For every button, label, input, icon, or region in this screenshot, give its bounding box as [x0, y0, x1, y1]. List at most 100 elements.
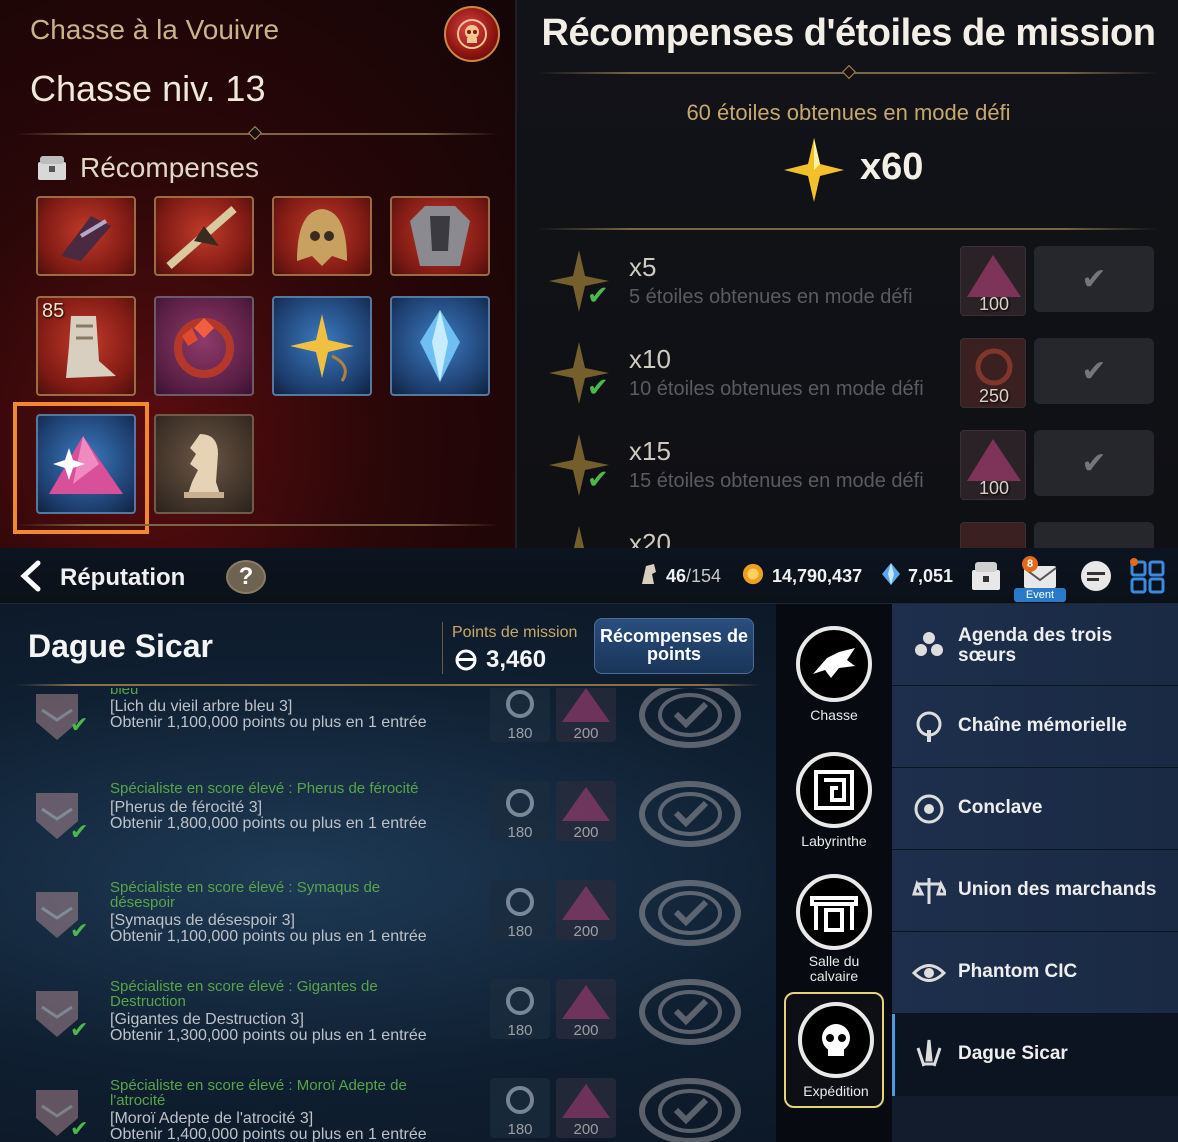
points-rewards-button[interactable]: Récompenses de points [594, 618, 754, 674]
reward-molagora[interactable]: 200 [556, 979, 616, 1039]
completed-seal-icon [639, 979, 741, 1045]
reward-item-knight-piece[interactable] [154, 414, 254, 514]
completed-seal-icon [639, 880, 741, 946]
reward-item-molagora[interactable]: 100 [960, 246, 1026, 316]
category-trial-hall[interactable]: Salle du calvaire [784, 866, 884, 984]
reward-mission-points[interactable]: 180 [490, 688, 550, 742]
help-button[interactable]: ? [226, 560, 266, 594]
inventory-icon[interactable] [966, 556, 1006, 596]
mission-list[interactable]: ✔ bleu [Lich du vieil arbre bleu 3] Obte… [0, 688, 776, 1142]
faction-item-conclave[interactable]: Conclave [892, 768, 1178, 850]
hunt-title: Chasse à la Vouivre [30, 14, 280, 45]
reward-item-sword[interactable] [154, 196, 254, 276]
divider-ornament-icon [841, 64, 857, 80]
item-level-badge: 85 [42, 300, 65, 322]
dagger-icon [916, 1039, 942, 1067]
stamina-max: /154 [686, 566, 722, 586]
reward-item-star-amulet[interactable] [272, 296, 372, 396]
claimed-check-icon: ✔ [587, 464, 609, 494]
reward-qty: 180 [507, 1022, 533, 1039]
reward-mission-points[interactable]: 180 [490, 781, 550, 841]
gate-icon [796, 874, 872, 950]
star-desc: 5 étoiles obtenues en mode défi [629, 286, 913, 308]
category-labyrinth[interactable]: Labyrinthe [784, 744, 884, 856]
reward-qty: 180 [507, 725, 533, 742]
reward-item[interactable] [960, 522, 1026, 548]
gold-value: 14,790,437 [772, 566, 863, 586]
chest-icon [38, 156, 66, 180]
reward-molagora[interactable]: 200 [556, 781, 616, 841]
mission-row: ✔ Spécialiste en score élevé : Pherus de… [0, 781, 776, 880]
completed-check-icon: ✔ [70, 819, 89, 844]
hunt-seal-icon[interactable] [444, 6, 500, 62]
chat-icon[interactable] [1076, 556, 1116, 596]
faction-item-merchants-union[interactable]: Union des marchands [892, 850, 1178, 932]
reward-item-weapon[interactable] [36, 196, 136, 276]
completed-check-icon: ✔ [70, 1017, 89, 1042]
faction-title: Dague Sicar [28, 628, 213, 664]
chevron-left-icon [20, 560, 41, 592]
claimed-button[interactable]: ✔ [1034, 338, 1154, 404]
skull-icon [798, 1002, 874, 1078]
hunt-panel: Chasse à la Vouivre Chasse niv. 13 Récom… [0, 0, 515, 548]
reward-item-boots[interactable]: 85 [36, 296, 136, 396]
divider-ornament-icon [247, 125, 263, 141]
reward-qty: 200 [573, 1022, 599, 1039]
completed-check-icon: ✔ [70, 1116, 89, 1141]
star-count: x15 [629, 436, 671, 466]
back-button[interactable] [16, 560, 48, 592]
faction-item-sicar-dagger[interactable]: Dague Sicar [892, 1014, 1178, 1096]
event-label[interactable]: Event [1014, 588, 1066, 602]
mission-category: Spécialiste en score élevé : Symaqus de … [110, 879, 381, 911]
mission-category: Spécialiste en score élevé : Moroï Adept… [110, 1077, 407, 1109]
reward-qty: 200 [573, 1121, 599, 1138]
faction-label: Phantom CIC [958, 961, 1078, 982]
divider [16, 524, 498, 526]
reward-mission-points[interactable]: 180 [490, 880, 550, 940]
divider [442, 622, 443, 674]
crystal-icon [882, 563, 900, 585]
claimed-button[interactable]: ✔ [1034, 430, 1154, 496]
faction-label: Conclave [958, 797, 1043, 818]
reward-qty: 200 [573, 824, 599, 841]
claimed-button[interactable]: ✔ [1034, 246, 1154, 312]
reward-molagora[interactable]: 200 [556, 880, 616, 940]
faction-item-memory-chain[interactable]: Chaîne mémorielle [892, 686, 1178, 768]
completed-check-icon: ✔ [70, 712, 89, 737]
conclave-icon [914, 794, 944, 824]
category-expedition[interactable]: Expédition [784, 992, 884, 1108]
reward-mission-points[interactable]: 180 [490, 979, 550, 1039]
completed-check-icon: ✔ [70, 918, 89, 943]
reward-item-molagora[interactable]: 100 [960, 430, 1026, 500]
claimed-check-icon: ✔ [587, 372, 609, 402]
reward-item-helmet[interactable] [272, 196, 372, 276]
mission-rewards-title: Récompenses d'étoiles de mission [541, 12, 1156, 54]
mission-rewards-panel: Récompenses d'étoiles de mission 60 étoi… [515, 0, 1178, 548]
faction-label: Union des marchands [958, 879, 1157, 900]
mission-goal: Obtenir 1,800,000 points ou plus en 1 en… [110, 815, 427, 832]
dragon-icon [796, 626, 872, 702]
claimed-button[interactable] [1034, 522, 1154, 548]
reward-molagora[interactable]: 200 [556, 688, 616, 742]
faction-label: Dague Sicar [958, 1043, 1068, 1064]
reward-qty: 250 [978, 386, 1010, 406]
category-label: Labyrinthe [801, 833, 867, 849]
mission-category: Spécialiste en score élevé : Gigantes de… [110, 978, 378, 1010]
mission-goal: Obtenir 1,100,000 points ou plus en 1 en… [110, 928, 427, 945]
faction-item-phantom-cic[interactable]: Phantom CIC [892, 932, 1178, 1014]
reward-molagora[interactable]: 200 [556, 1078, 616, 1138]
reward-item-molagora[interactable] [36, 414, 136, 514]
completed-seal-icon [639, 1078, 741, 1142]
category-hunt[interactable]: Chasse [784, 618, 884, 730]
menu-grid-icon[interactable] [1128, 556, 1168, 596]
gold-icon [742, 563, 764, 585]
reward-item-ring[interactable]: 250 [960, 338, 1026, 408]
reward-mission-points[interactable]: 180 [490, 1078, 550, 1138]
divider [16, 684, 760, 686]
reward-item-ring[interactable] [154, 296, 254, 396]
reward-item-crystal[interactable] [390, 296, 490, 396]
eye-icon [912, 964, 946, 982]
reward-item-armor[interactable] [390, 196, 490, 276]
reputation-screen: Réputation ? 46/154 14,790,437 7,051 8 E… [0, 548, 1178, 1142]
faction-item-three-sisters[interactable]: Agenda des trois sœurs [892, 604, 1178, 686]
